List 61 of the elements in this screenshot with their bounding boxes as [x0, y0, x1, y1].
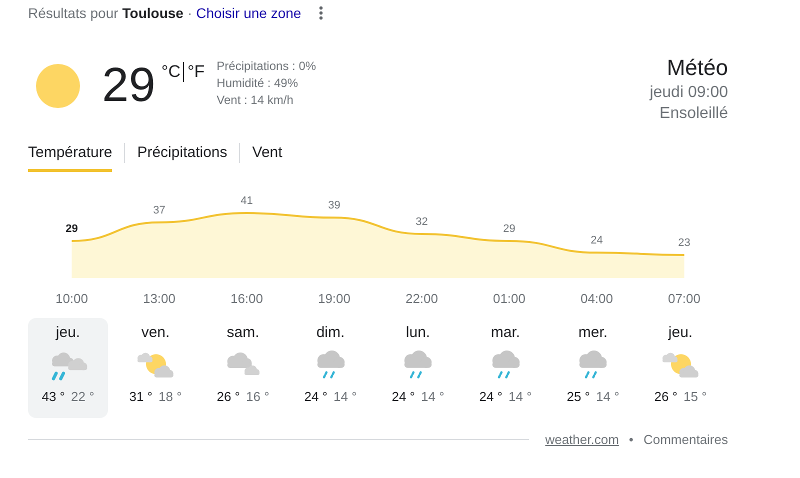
change-location-link[interactable]: Choisir une zone — [196, 5, 302, 21]
high-temperature: 24 ° — [304, 389, 328, 404]
data-label: 39 — [328, 200, 340, 212]
data-label: 29 — [66, 223, 78, 235]
unit-toggle[interactable]: °C — [161, 62, 180, 82]
low-temperature: 14 ° — [334, 389, 357, 404]
high-temperature: 43 ° — [42, 389, 65, 404]
low-temperature: 14 ° — [421, 389, 444, 404]
chart-tab[interactable]: Température — [28, 140, 112, 172]
forecast-day[interactable]: mer. 25 ° 14 ° — [553, 318, 633, 418]
sun-icon — [36, 64, 80, 108]
weather-title: Météo — [666, 54, 728, 82]
time-label: 07:00 — [668, 291, 701, 306]
separator-dot: · — [187, 5, 192, 21]
time-label: 19:00 — [318, 291, 351, 306]
time-label: 16:00 — [230, 291, 264, 306]
high-temperature: 25 ° — [566, 389, 590, 404]
high-temperature: 24 ° — [392, 389, 415, 404]
chart-tab[interactable]: Vent — [252, 140, 282, 172]
unit-toggle[interactable]: °F — [187, 62, 205, 82]
location-name: Toulouse — [122, 5, 184, 21]
source-link[interactable]: weather.com — [545, 432, 619, 447]
weather-detail: Précipitations : 0% — [216, 58, 316, 75]
high-temperature: 24 ° — [479, 389, 502, 404]
time-label: 13:00 — [142, 291, 176, 306]
high-temperature: 26 ° — [216, 389, 240, 404]
current-temperature: 29 — [102, 60, 156, 112]
forecast-day[interactable]: mar. 24 ° 14 ° — [466, 318, 546, 418]
forecast-day[interactable]: jeu. 43 ° 22 ° — [28, 318, 108, 418]
low-temperature: 14 ° — [596, 389, 620, 404]
low-temperature: 18 ° — [158, 389, 182, 404]
low-temperature: 15 ° — [684, 389, 707, 404]
data-label: 41 — [240, 195, 253, 207]
separator-dot: • — [628, 432, 634, 447]
date-time: jeudi 09:00 — [650, 83, 728, 103]
data-label: 37 — [153, 204, 166, 216]
data-label: 23 — [678, 237, 690, 249]
data-label: 24 — [590, 234, 603, 247]
forecast-day[interactable]: jeu. 26 ° 15 ° — [640, 318, 720, 418]
low-temperature: 14 ° — [508, 389, 532, 404]
high-temperature: 26 ° — [654, 389, 678, 404]
feedback-link[interactable]: Commentaires — [643, 432, 728, 447]
forecast-day[interactable]: ven. 31 ° 18 ° — [116, 318, 196, 418]
forecast-day[interactable]: lun. 24 ° 14 ° — [378, 318, 458, 418]
weather-detail: Vent : 14 km/h — [216, 92, 294, 109]
time-label: 22:00 — [405, 291, 438, 306]
more-options-icon[interactable] — [319, 6, 324, 20]
low-temperature: 22 ° — [71, 389, 94, 404]
time-label: 10:00 — [55, 291, 88, 306]
weather-detail: Humidité : 49% — [216, 75, 300, 92]
forecast-day[interactable]: sam. 26 ° 16 ° — [203, 318, 283, 418]
forecast-day[interactable]: dim. 24 ° 14 ° — [290, 318, 370, 418]
results-label: Résultats pour — [28, 5, 118, 21]
time-label: 01:00 — [492, 291, 526, 306]
condition-text: Ensoleillé — [658, 104, 728, 124]
data-label: 29 — [503, 223, 516, 235]
data-label: 32 — [416, 216, 428, 228]
time-label: 04:00 — [580, 291, 614, 306]
high-temperature: 31 ° — [129, 389, 152, 404]
low-temperature: 16 ° — [246, 389, 270, 404]
chart-tab[interactable]: Précipitations — [137, 140, 228, 172]
